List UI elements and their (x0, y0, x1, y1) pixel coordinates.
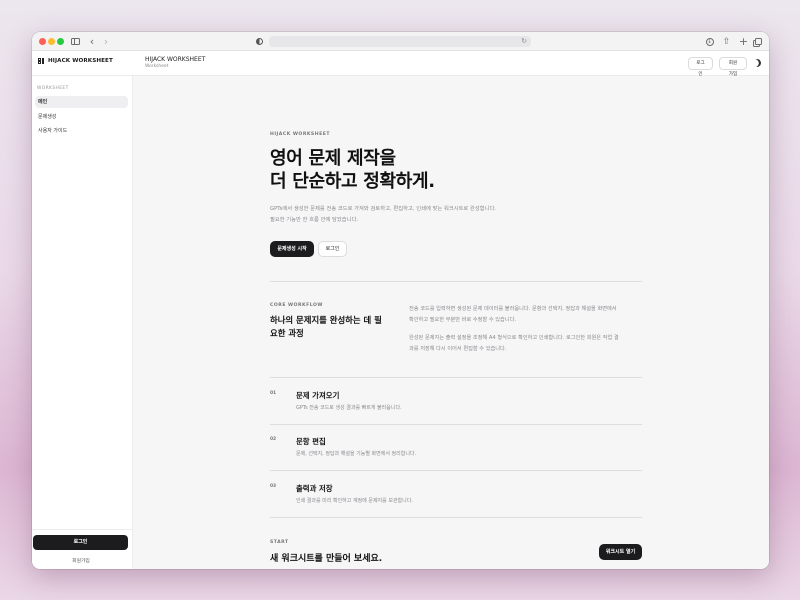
step-title: 문항 편집 (296, 437, 326, 446)
divider (270, 470, 642, 471)
sidebar-login-button[interactable]: 로그인 (33, 535, 128, 550)
download-icon[interactable]: ↓ (704, 35, 715, 48)
sidebar-signup-link[interactable]: 회원가입 (32, 557, 130, 564)
divider (270, 281, 642, 282)
brand[interactable]: HIJACK WORKSHEET (38, 58, 113, 64)
cta-title: 새 워크시트를 만들어 보세요. (270, 554, 383, 564)
hero-description-line: 필요한 기능만 한 흐름 안에 담았습니다. (270, 217, 359, 223)
workflow-paragraph: 전송 코드를 입력하면 생성된 문제 데이터를 불러옵니다. 문항과 선택지, … (409, 304, 641, 325)
step-description: GPTs 전송 코드로 생성 결과를 빠르게 불러옵니다. (296, 405, 402, 411)
browser-toolbar: ‹ › ↻ ↓ ⇧ + (32, 32, 769, 51)
sidebar-item-create[interactable]: 문제생성 (35, 111, 128, 123)
share-icon[interactable]: ⇧ (721, 35, 732, 48)
start-create-button[interactable]: 문제생성 시작 (270, 241, 314, 257)
header-signup-button[interactable]: 회원가입 (719, 57, 747, 77)
close-window-button[interactable] (39, 38, 46, 45)
workflow-eyebrow: CORE WORKFLOW (270, 303, 323, 308)
workflow-paragraph-line: 전송 코드를 입력하면 생성된 문제 데이터를 불러옵니다. 문항과 선택지, … (409, 306, 617, 312)
sidebar-item-main[interactable]: 메인 (35, 96, 128, 108)
cta-eyebrow: START (270, 540, 289, 545)
plus-icon[interactable]: + (738, 35, 749, 48)
hero-title: 영어 문제 제작을 더 단순하고 정확하게. (270, 147, 630, 193)
step-title: 출력과 저장 (296, 484, 333, 493)
minimize-window-button[interactable] (48, 38, 55, 45)
brand-name: HIJACK WORKSHEET (48, 58, 113, 64)
step-number: 03 (270, 484, 277, 489)
zoom-window-button[interactable] (57, 38, 64, 45)
address-bar[interactable]: ↻ (269, 36, 531, 47)
step-title: 문제 가져오기 (296, 391, 340, 400)
main-content: HIJACK WORKSHEET 영어 문제 제작을 더 단순하고 정확하게. … (133, 76, 769, 569)
moon-icon[interactable] (752, 58, 763, 69)
workflow-paragraph-line: 확인하고 필요한 부분만 바로 수정할 수 있습니다. (409, 316, 516, 323)
workflow-paragraph: 완성된 문제지는 출력 설정을 조정해 A4 형식으로 확인하고 인쇄합니다. … (409, 333, 641, 354)
page-title: HIJACK WORKSHEET (145, 56, 206, 63)
hero-title-line: 더 단순하고 정확하게. (270, 171, 435, 192)
divider (270, 377, 642, 378)
sidebar-item-guide[interactable]: 사용자 가이드 (35, 125, 128, 137)
step-description: 문제, 선택지, 정답과 해설을 기능별 화면에서 정리합니다. (296, 451, 417, 457)
grid-logo-icon (38, 58, 44, 64)
workflow-title-line: 요한 과정 (270, 328, 304, 338)
header-title-group: HIJACK WORKSHEET Worksheet (145, 56, 205, 70)
reload-icon[interactable]: ↻ (521, 36, 527, 47)
hero-login-button[interactable]: 로그인 (318, 241, 347, 257)
open-worksheet-button[interactable]: 워크시트 열기 (599, 544, 642, 560)
hero-description: GPTs에서 생성한 문제를 전송 코드로 가져와 검토하고, 편집하고, 인쇄… (270, 204, 650, 226)
workflow-title-line: 하나의 문제지를 완성하는 데 필 (270, 315, 382, 325)
workflow-paragraph-line: 과를 저장해 다시 이어서 편집할 수 있습니다. (409, 345, 507, 352)
shield-icon[interactable] (254, 35, 264, 48)
browser-window: ‹ › ↻ ↓ ⇧ + HIJACK WORKSHEET HIJACK WORK… (32, 32, 769, 569)
chevron-left-icon[interactable]: ‹ (87, 35, 97, 48)
tabs-icon[interactable] (753, 35, 764, 48)
hero-title-line: 영어 문제 제작을 (270, 148, 396, 169)
app-header: HIJACK WORKSHEET HIJACK WORKSHEET Worksh… (32, 51, 769, 77)
header-login-button[interactable]: 로그인 (688, 57, 713, 77)
chevron-right-icon[interactable]: › (101, 35, 111, 48)
sidebar-icon[interactable] (69, 35, 81, 48)
hero-eyebrow: HIJACK WORKSHEET (270, 132, 330, 137)
sidebar: WORKSHEET 메인 문제생성 사용자 가이드 로그인 회원가입 (32, 76, 133, 569)
step-number: 01 (270, 391, 277, 396)
sidebar-divider (32, 529, 133, 530)
hero-description-line: GPTs에서 생성한 문제를 전송 코드로 가져와 검토하고, 편집하고, 인쇄… (270, 206, 497, 212)
step-description: 인쇄 결과를 미리 확인하고 계정에 문제지를 보관합니다. (296, 498, 413, 504)
sidebar-section-label: WORKSHEET (37, 86, 69, 91)
workflow-paragraph-line: 완성된 문제지는 출력 설정을 조정해 A4 형식으로 확인하고 인쇄합니다. … (409, 335, 619, 341)
divider (270, 424, 642, 425)
step-number: 02 (270, 437, 277, 442)
divider (270, 517, 642, 518)
page-subtitle: Worksheet (145, 64, 169, 69)
workflow-title: 하나의 문제지를 완성하는 데 필 요한 과정 (270, 314, 390, 340)
